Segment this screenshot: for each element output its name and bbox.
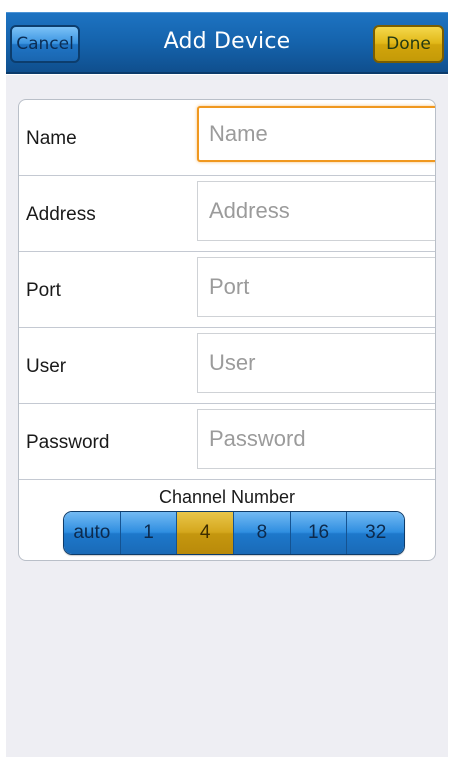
channel-option-4[interactable]: 4	[177, 512, 235, 554]
port-input[interactable]	[197, 257, 435, 317]
name-label: Name	[26, 128, 77, 149]
channel-number-label: Channel Number	[158, 487, 296, 507]
user-label: User	[26, 356, 67, 377]
navigation-bar: Cancel Add Device Done	[6, 12, 448, 74]
form-row-password: Password	[19, 404, 435, 480]
channel-option-8[interactable]: 8	[234, 512, 291, 554]
address-input[interactable]	[197, 181, 435, 241]
address-label: Address	[26, 204, 96, 225]
channel-option-1[interactable]: 1	[120, 512, 178, 554]
channel-number-selector: auto 1 4 8 16 32	[63, 511, 405, 555]
content-area: Name Address Port User Password Channel …	[6, 75, 448, 757]
user-input[interactable]	[197, 333, 435, 393]
name-input[interactable]	[197, 106, 435, 162]
channel-option-16[interactable]: 16	[290, 512, 348, 554]
password-label: Password	[26, 432, 110, 453]
port-label: Port	[26, 280, 61, 301]
password-input[interactable]	[197, 409, 435, 469]
form-row-port: Port	[19, 252, 435, 328]
form-row-name: Name	[19, 100, 435, 176]
channel-option-32[interactable]: 32	[347, 512, 404, 554]
form-row-address: Address	[19, 176, 435, 252]
channel-option-auto[interactable]: auto	[64, 512, 121, 554]
form-row-user: User	[19, 328, 435, 404]
done-button[interactable]: Done	[373, 25, 444, 63]
device-form: Name Address Port User Password Channel …	[18, 99, 436, 561]
